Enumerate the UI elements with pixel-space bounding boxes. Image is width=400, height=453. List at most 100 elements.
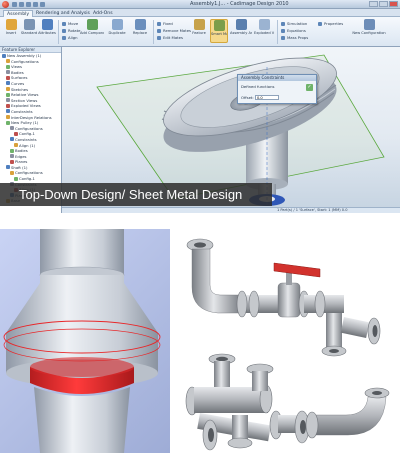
mass-props-button[interactable]: Mass Props <box>281 35 308 41</box>
cross-vertical <box>214 361 230 387</box>
replace-icon <box>134 19 146 30</box>
feature-button[interactable]: Feature <box>190 19 208 43</box>
tree-item-label: Exploded Views <box>11 103 41 109</box>
tree-item-label: Sketches <box>11 86 29 92</box>
caption-banner: Top-Down Design/ Sheet Metal Design <box>0 183 272 206</box>
highlighted-face-top <box>30 357 134 377</box>
smart-mates-icon <box>213 20 225 31</box>
shaft-closeup-render <box>0 229 170 453</box>
properties-button[interactable]: Properties <box>318 21 343 27</box>
minimize-button[interactable] <box>369 1 378 7</box>
undo-icon[interactable] <box>33 2 38 7</box>
attributes-button[interactable]: Attributes <box>38 19 56 43</box>
valve-handle <box>273 262 321 278</box>
elbow-pipe <box>191 248 241 314</box>
tree-item-label: Constraints <box>15 136 37 142</box>
window-controls <box>369 1 398 7</box>
caption-text: Top-Down Design/ Sheet Metal Design <box>19 187 243 202</box>
tree-node-icon <box>6 103 10 108</box>
remove-mates-button[interactable]: Remove Mates <box>157 28 191 34</box>
feature-label: Feature <box>192 31 206 35</box>
open-file-icon[interactable] <box>19 2 24 7</box>
tree-item-label: Config-1 <box>19 131 35 137</box>
ok-button[interactable]: ✓ <box>306 84 313 91</box>
conical-transition <box>6 275 158 341</box>
attributes-icon <box>41 19 53 30</box>
add-components-button[interactable]: Add Components <box>80 19 104 43</box>
flange <box>305 411 319 439</box>
tree-item-label: Configurations <box>11 58 39 64</box>
tree-node-icon <box>14 176 18 181</box>
flange <box>248 290 260 318</box>
flange <box>227 437 253 449</box>
exploded-view-label: Exploded View <box>254 31 274 35</box>
smart-mates-button[interactable]: Smart Mates <box>210 19 228 43</box>
tree-node-icon <box>6 75 10 80</box>
tree-node-icon <box>6 109 10 114</box>
elbow-pipe <box>313 396 387 436</box>
attributes-label: Attributes <box>38 31 56 35</box>
insert-icon <box>5 19 17 30</box>
exploded-view-button[interactable]: Exploded View <box>254 19 274 43</box>
flange-bore <box>372 325 378 337</box>
replace-button[interactable]: Replace <box>130 19 150 43</box>
flange-bore <box>300 420 306 434</box>
tee-branch <box>326 313 342 349</box>
tree-node-icon <box>6 87 10 92</box>
cad-window: Assembly1.J... - Cadimage Design 2010 As… <box>0 0 400 213</box>
align-button[interactable]: Align <box>62 35 78 41</box>
edit-mates-button[interactable]: Edit Mates <box>157 35 183 41</box>
tree-item-label: Bodies <box>11 69 24 75</box>
feature-tree-list: New Assembly (1) Configurations Views Bodie… <box>0 53 61 204</box>
dialog-defined-functions[interactable]: Defined functions <box>241 84 275 89</box>
assembly-analysis-label: Assembly Analysis <box>230 31 252 35</box>
standard-button[interactable]: Standard <box>20 19 38 43</box>
replace-label: Replace <box>132 31 148 35</box>
close-button[interactable] <box>389 1 398 7</box>
cross-vertical <box>232 415 248 441</box>
maximize-button[interactable] <box>379 1 388 7</box>
flange <box>314 290 326 318</box>
pipe-fittings-model <box>185 238 390 451</box>
tree-node-icon <box>6 165 10 170</box>
tree-node-icon <box>2 53 6 58</box>
standard-icon <box>23 19 35 30</box>
tab-rendering-analysis[interactable]: Rendering and Analysis <box>33 10 93 17</box>
flange-bore <box>194 242 206 248</box>
tab-assembly[interactable]: Assembly <box>3 10 34 17</box>
assembly-analysis-button[interactable]: Assembly Analysis <box>230 19 252 43</box>
smart-mates-label: Smart Mates <box>211 32 227 36</box>
tree-item-label: Constraints <box>11 108 33 114</box>
add-components-label: Add Components <box>80 31 104 35</box>
application-menu-icon[interactable] <box>2 1 9 8</box>
move-button[interactable]: Move <box>62 21 78 27</box>
fixed-button[interactable]: Fixed <box>157 21 173 27</box>
new-configuration-button[interactable]: New Configuration <box>352 19 386 43</box>
tree-item-label: Surfaces <box>11 75 28 81</box>
flange-bore <box>208 428 214 442</box>
tree-node-icon <box>10 154 14 159</box>
tree-node-icon <box>6 120 10 125</box>
rotate-button[interactable]: Rotate <box>62 28 80 34</box>
tab-add-ons[interactable]: Add-Ons <box>90 10 116 17</box>
redo-icon[interactable] <box>40 2 45 7</box>
insert-button[interactable]: Insert <box>2 19 20 43</box>
straight-pipe <box>340 316 370 339</box>
standard-label: Standard <box>20 31 38 35</box>
new-file-icon[interactable] <box>12 2 17 7</box>
simulation-button[interactable]: Simulation <box>281 21 307 27</box>
tree-node-icon <box>14 143 18 147</box>
new-configuration-icon <box>363 19 375 30</box>
offset-field[interactable]: 0.0 <box>255 95 279 100</box>
tree-item-label: Views <box>11 64 22 70</box>
equations-button[interactable]: Equations <box>281 28 306 34</box>
save-icon[interactable] <box>26 2 31 7</box>
tree-node-icon <box>6 64 10 69</box>
duplicate-button[interactable]: Duplicate <box>106 19 128 43</box>
shaft-closeup-model <box>3 229 161 453</box>
upper-pipe-assembly <box>186 238 381 357</box>
tree-node-icon <box>10 137 14 142</box>
flange <box>236 290 248 318</box>
insert-label: Insert <box>5 31 17 35</box>
duplicate-label: Duplicate <box>108 31 126 35</box>
